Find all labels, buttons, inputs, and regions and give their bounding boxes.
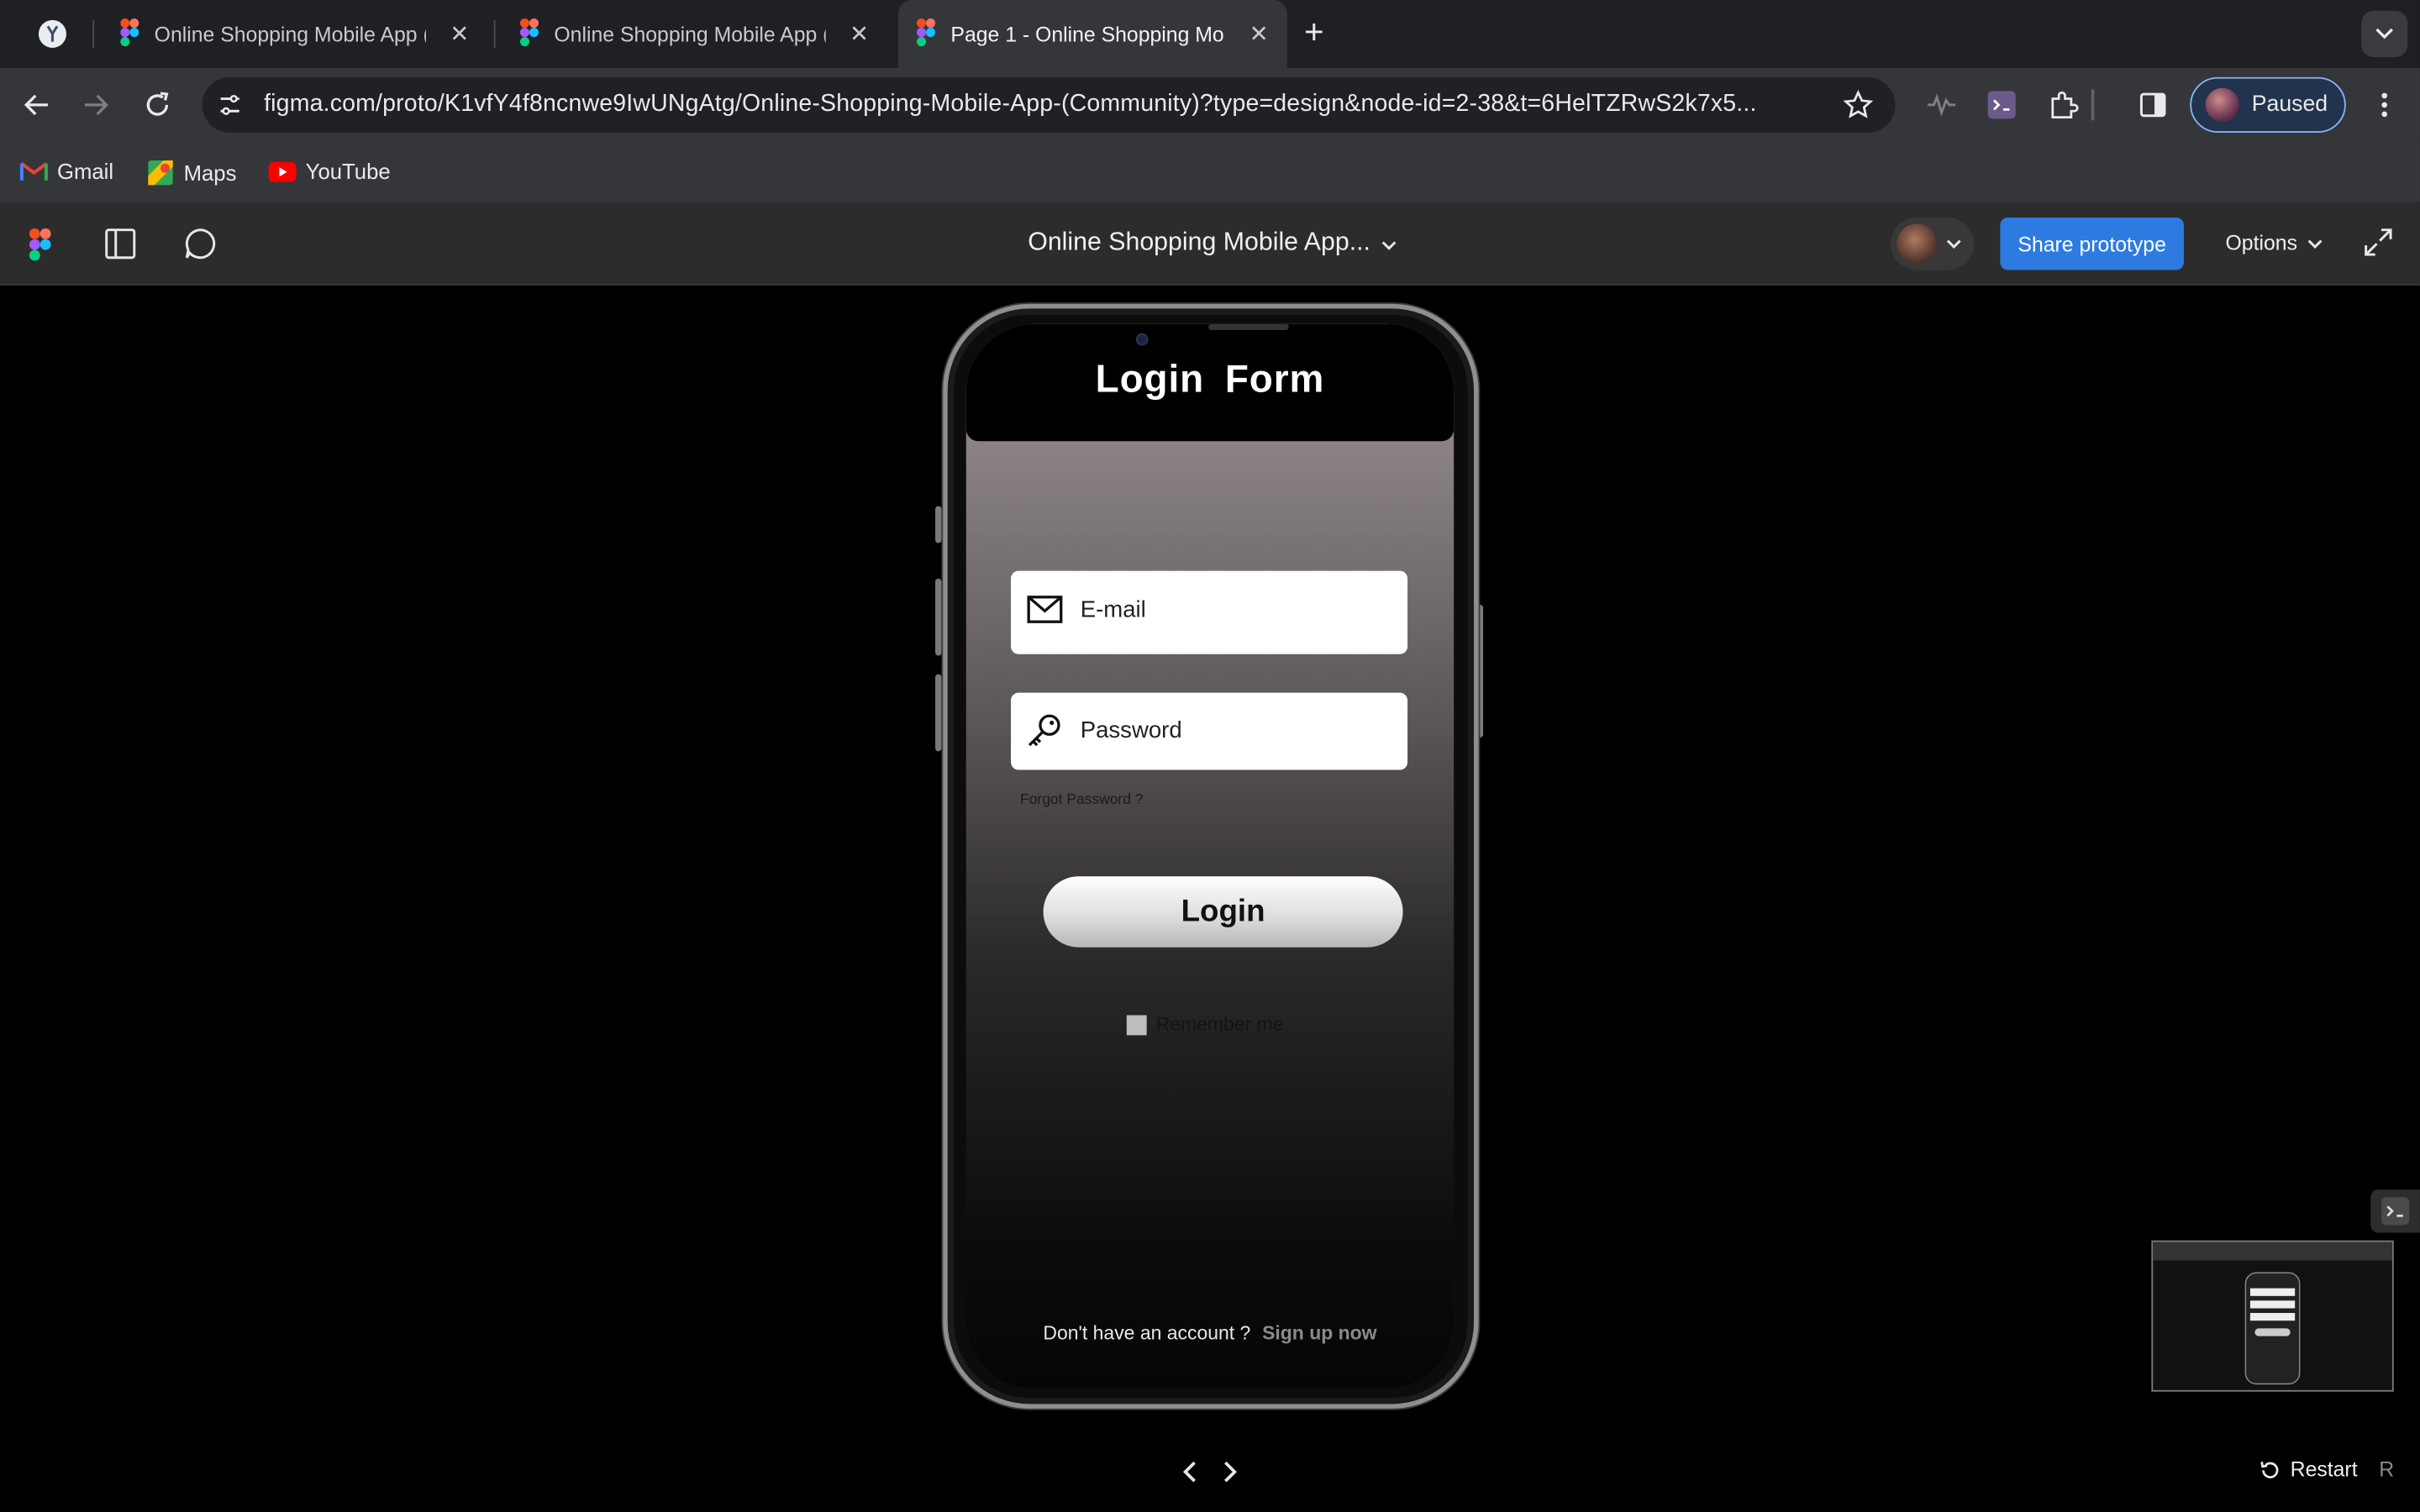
no-account-text: Don't have an account ?	[1043, 1322, 1251, 1344]
arrow-left-icon	[24, 94, 48, 116]
performance-icon[interactable]	[1923, 87, 1960, 123]
profile-button[interactable]: Paused	[2190, 76, 2346, 133]
extensions-puzzle-icon[interactable]	[2045, 87, 2082, 123]
minimap-preview	[2153, 1242, 2392, 1385]
bookmark-label: Maps	[183, 160, 237, 186]
phone-volume-down	[935, 674, 942, 752]
restart-icon	[2260, 1461, 2279, 1478]
remember-label: Remember me	[1155, 1013, 1284, 1036]
site-info-icon[interactable]	[218, 92, 242, 125]
figma-tab-icon	[120, 18, 139, 50]
tab-search-button[interactable]	[2361, 10, 2408, 57]
file-title[interactable]: Online Shopping Mobile App...	[1028, 228, 1370, 258]
perplexity-icon[interactable]	[34, 15, 71, 52]
tab-2[interactable]: Online Shopping Mobile App ( ✕	[502, 9, 887, 59]
tab-1[interactable]: Online Shopping Mobile App ( ✕	[102, 9, 487, 59]
profile-status: Paused	[2251, 92, 2328, 118]
bookmark-label: YouTube	[305, 159, 391, 184]
close-icon[interactable]: ✕	[850, 20, 869, 48]
previous-frame-button[interactable]	[1175, 1457, 1206, 1488]
side-panel-icon[interactable]	[2134, 87, 2171, 123]
bookmark-label: Gmail	[56, 159, 114, 184]
chevron-left-icon	[1182, 1461, 1196, 1483]
email-placeholder: E-mail	[1080, 596, 1146, 624]
chevron-down-icon[interactable]	[1381, 232, 1397, 260]
minimap-thumbnail[interactable]	[2151, 1240, 2394, 1392]
email-field[interactable]: E-mail	[1011, 570, 1408, 654]
browser-toolbar: figma.com/proto/K1vfY4f8ncnwe9IwUNgAtg/O…	[0, 67, 2420, 142]
tab-title: Online Shopping Mobile App (	[154, 22, 426, 46]
address-bar[interactable]: figma.com/proto/K1vfY4f8ncnwe9IwUNgAtg/O…	[202, 76, 1896, 133]
maps-icon	[148, 160, 173, 186]
page-title: Login Form	[1095, 358, 1325, 402]
more-menu-icon[interactable]	[2366, 87, 2403, 123]
phone-mute-switch	[935, 506, 942, 543]
bookmark-gmail[interactable]: Gmail	[19, 159, 114, 184]
close-icon[interactable]: ✕	[450, 20, 469, 48]
chevron-down-icon	[2307, 239, 2322, 249]
chevron-down-icon	[2375, 28, 2394, 39]
tab-separator	[493, 19, 496, 48]
bookmark-maps[interactable]: Maps	[146, 159, 236, 186]
bookmark-star-icon[interactable]	[1843, 89, 1874, 129]
tab-3-active[interactable]: Page 1 - Online Shopping Mo ✕	[897, 0, 1287, 68]
remember-checkbox[interactable]	[1126, 1014, 1147, 1035]
signup-row: Don't have an account ? Sign up now	[966, 1322, 1454, 1344]
mail-icon	[1026, 594, 1063, 633]
restart-button[interactable]: Restart R	[2260, 1457, 2395, 1482]
password-placeholder: Password	[1080, 717, 1182, 744]
sign-up-link[interactable]: Sign up now	[1262, 1322, 1376, 1344]
comment-icon[interactable]	[184, 227, 218, 269]
login-button[interactable]: Login	[1043, 876, 1403, 948]
restart-shortcut: R	[2379, 1457, 2395, 1482]
tab-title: Online Shopping Mobile App (	[554, 22, 826, 46]
camera-dot	[1135, 333, 1149, 346]
close-icon[interactable]: ✕	[1249, 20, 1269, 48]
login-screen: Login Form E-mail Password Forgot Passwo…	[965, 323, 1455, 1389]
reload-button[interactable]	[139, 87, 176, 123]
forgot-password-link[interactable]: Forgot Password ?	[1020, 791, 1143, 808]
browser-tab-strip: Online Shopping Mobile App ( ✕ Online Sh…	[0, 0, 2420, 68]
screen-header: Login Form	[965, 323, 1455, 442]
phone-volume-up	[935, 578, 942, 656]
extension-terminal-icon[interactable]	[2370, 1189, 2420, 1233]
gmail-icon	[19, 162, 48, 181]
youtube-icon	[268, 160, 297, 181]
reload-icon	[146, 92, 169, 116]
viewer-avatar-menu[interactable]	[1890, 217, 1975, 270]
phone-notch	[1208, 323, 1289, 331]
toolbar-divider	[2091, 89, 2095, 121]
new-tab-button[interactable]: +	[1304, 14, 1324, 49]
options-button[interactable]: Options	[2226, 232, 2323, 255]
figma-tab-icon	[916, 18, 936, 50]
key-icon	[1026, 713, 1063, 758]
restart-label: Restart	[2290, 1457, 2358, 1482]
chevron-right-icon	[1224, 1461, 1237, 1483]
remember-me[interactable]: Remember me	[1126, 1013, 1284, 1036]
chevron-down-icon	[1946, 239, 1961, 249]
options-label: Options	[2225, 231, 2297, 255]
bookmark-youtube[interactable]: YouTube	[268, 159, 391, 184]
avatar	[2205, 87, 2240, 123]
forward-button[interactable]	[77, 87, 114, 123]
password-field[interactable]: Password	[1011, 692, 1408, 770]
extension-terminal-icon[interactable]	[1983, 87, 2020, 123]
avatar	[1897, 223, 1938, 265]
fullscreen-icon[interactable]	[2365, 228, 2392, 264]
sidebar-toggle-icon[interactable]	[103, 227, 137, 269]
arrow-right-icon	[85, 94, 109, 116]
share-prototype-button[interactable]: Share prototype	[2000, 217, 2184, 270]
next-frame-button[interactable]	[1214, 1457, 1245, 1488]
figma-tab-icon	[519, 18, 539, 50]
url-text[interactable]: figma.com/proto/K1vfY4f8ncnwe9IwUNgAtg/O…	[264, 91, 1823, 118]
tab-separator	[92, 19, 95, 48]
back-button[interactable]	[18, 87, 55, 123]
figma-toolbar: Online Shopping Mobile App... Share prot…	[0, 203, 2420, 286]
figma-logo-icon[interactable]	[29, 228, 51, 269]
bookmarks-bar: Gmail Maps YouTube	[0, 141, 2420, 204]
tab-title: Page 1 - Online Shopping Mo	[950, 22, 1224, 46]
